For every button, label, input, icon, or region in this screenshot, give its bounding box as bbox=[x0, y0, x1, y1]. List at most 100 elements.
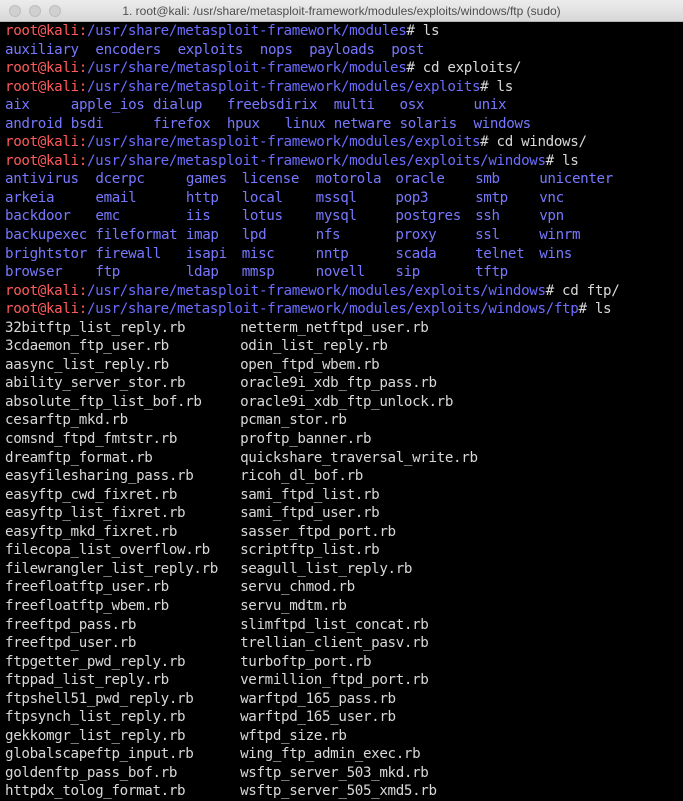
directory-entry[interactable] bbox=[539, 263, 621, 282]
file-entry: comsnd_ftpd_fmtstr.rb bbox=[5, 431, 178, 448]
directory-entry[interactable]: emc bbox=[95, 207, 185, 226]
file-entry: ricoh_dl_bof.rb bbox=[240, 468, 363, 485]
directory-entry[interactable]: irix bbox=[284, 96, 333, 115]
directory-entry[interactable]: scada bbox=[395, 245, 475, 264]
directory-entry[interactable]: brightstor bbox=[5, 245, 95, 264]
prompt-path: /usr/share/metasploit-framework/modules/… bbox=[86, 134, 481, 151]
directory-entry[interactable]: postgres bbox=[395, 207, 475, 226]
directory-entry[interactable]: email bbox=[95, 189, 185, 208]
directory-entry[interactable]: post bbox=[391, 41, 440, 60]
directory-entry[interactable]: solaris bbox=[400, 115, 474, 134]
directory-entry[interactable]: encoders bbox=[95, 41, 177, 60]
directory-entry[interactable]: ssh bbox=[475, 207, 539, 226]
directory-entry[interactable]: unix bbox=[473, 96, 539, 115]
listing-row: dreamftp_format.rb quickshare_traversal_w… bbox=[5, 449, 683, 468]
directory-entry[interactable]: games bbox=[186, 170, 242, 189]
directory-entry[interactable]: bsdi bbox=[71, 115, 153, 134]
directory-entry[interactable]: license bbox=[242, 170, 316, 189]
directory-entry[interactable]: nntp bbox=[316, 245, 396, 264]
directory-entry[interactable]: smtp bbox=[475, 189, 539, 208]
file-entry: wsftp_server_505_xmd5.rb bbox=[240, 783, 437, 800]
directory-entry[interactable]: backdoor bbox=[5, 207, 95, 226]
directory-entry[interactable]: nfs bbox=[316, 226, 396, 245]
directory-entry[interactable]: wins bbox=[539, 245, 621, 264]
file-entry: ftpshell51_pwd_reply.rb bbox=[5, 690, 194, 707]
directory-entry[interactable]: mssql bbox=[316, 189, 396, 208]
directory-entry[interactable]: dcerpc bbox=[95, 170, 185, 189]
directory-entry[interactable]: imap bbox=[186, 226, 242, 245]
directory-entry[interactable]: arkeia bbox=[5, 189, 95, 208]
prompt-user: root@kali bbox=[5, 23, 79, 39]
directory-entry[interactable]: novell bbox=[316, 263, 396, 282]
directory-entry[interactable]: telnet bbox=[475, 245, 539, 264]
directory-entry[interactable]: browser bbox=[5, 263, 95, 282]
directory-entry[interactable]: vnc bbox=[539, 189, 621, 208]
directory-entry[interactable]: oracle bbox=[395, 170, 475, 189]
directory-entry[interactable]: windows bbox=[473, 115, 539, 134]
prompt-colon: : bbox=[78, 60, 88, 77]
directory-entry[interactable]: isapi bbox=[186, 245, 242, 264]
directory-entry[interactable]: mmsp bbox=[242, 263, 316, 282]
listing-row: comsnd_ftpd_fmtstr.rb proftp_banner.rb bbox=[5, 430, 683, 449]
directory-entry[interactable]: freebsd bbox=[227, 96, 285, 115]
directory-entry[interactable]: lpd bbox=[242, 226, 316, 245]
directory-entry[interactable]: aix bbox=[5, 96, 71, 115]
file-entry: gekkomgr_list_reply.rb bbox=[5, 727, 186, 744]
directory-entry[interactable]: antivirus bbox=[5, 170, 95, 189]
file-entry: freefloatftp_user.rb bbox=[5, 579, 169, 596]
directory-entry[interactable]: firefox bbox=[153, 115, 227, 134]
directory-entry[interactable]: netware bbox=[334, 115, 400, 134]
directory-entry[interactable]: nops bbox=[260, 41, 309, 60]
terminal-output[interactable]: root@kali: /usr/share/metasploit-framewor… bbox=[5, 22, 683, 800]
directory-entry[interactable]: fileformat bbox=[95, 226, 185, 245]
file-entry: 3cdaemon_ftp_user.rb bbox=[5, 338, 169, 355]
directory-entry[interactable]: auxiliary bbox=[5, 41, 95, 60]
directory-entry[interactable]: motorola bbox=[316, 170, 396, 189]
directory-entry[interactable]: multi bbox=[334, 96, 400, 115]
directory-entry[interactable]: payloads bbox=[309, 41, 391, 60]
directory-entry[interactable]: proxy bbox=[395, 226, 475, 245]
directory-entry[interactable]: hpux bbox=[227, 115, 285, 134]
file-entry: netterm_netftpd_user.rb bbox=[240, 319, 429, 336]
prompt-user: root@kali bbox=[5, 301, 79, 318]
listing-row: absolute_ftp_list_bof.rb oracle9i_xdb_ftp… bbox=[5, 393, 683, 412]
listing-row: 32bitftp_list_reply.rb netterm_netftpd_us… bbox=[5, 319, 683, 338]
directory-entry[interactable]: unicenter bbox=[539, 170, 621, 189]
file-entry: servu_mdtm.rb bbox=[240, 597, 347, 614]
directory-entry[interactable]: lotus bbox=[242, 207, 316, 226]
directory-entry[interactable]: backupexec bbox=[5, 226, 95, 245]
directory-entry[interactable]: sip bbox=[395, 263, 475, 282]
directory-entry[interactable]: http bbox=[186, 189, 242, 208]
directory-entry[interactable]: ldap bbox=[186, 263, 242, 282]
listing-row: httpdx_tolog_format.rb wsftp_server_505_x… bbox=[5, 782, 683, 801]
listing-row: browser ftp ldap mmsp novell sip tftp bbox=[5, 263, 683, 282]
directory-entry[interactable]: osx bbox=[400, 96, 474, 115]
directory-entry[interactable]: firewall bbox=[95, 245, 185, 264]
directory-entry[interactable]: dialup bbox=[153, 96, 227, 115]
prompt-colon: : bbox=[78, 78, 88, 95]
directory-entry[interactable]: ftp bbox=[95, 263, 185, 282]
directory-entry[interactable]: local bbox=[242, 189, 316, 208]
directory-entry[interactable]: vpn bbox=[539, 207, 621, 226]
directory-entry[interactable]: exploits bbox=[178, 41, 260, 60]
directory-entry[interactable]: mysql bbox=[316, 207, 396, 226]
directory-entry[interactable]: android bbox=[5, 115, 71, 134]
listing-row: backdoor emc iis lotus mysql postgres ssh vpn bbox=[5, 207, 683, 226]
directory-entry[interactable]: linux bbox=[284, 115, 333, 134]
file-entry: 32bitftp_list_reply.rb bbox=[5, 319, 186, 336]
prompt-line: root@kali:/usr/share/metasploit-framewor… bbox=[5, 282, 683, 301]
file-entry: ability_server_stor.rb bbox=[5, 375, 186, 392]
prompt-line: root@kali:/usr/share/metasploit-framewor… bbox=[5, 300, 683, 319]
prompt-line: root@kali:/usr/share/metasploit-framewor… bbox=[5, 133, 683, 152]
directory-entry[interactable]: apple_ios bbox=[71, 96, 153, 115]
file-entry: seagull_list_reply.rb bbox=[240, 560, 413, 577]
directory-entry[interactable]: winrm bbox=[539, 226, 621, 245]
directory-entry[interactable]: tftp bbox=[475, 263, 539, 282]
directory-entry[interactable]: iis bbox=[186, 207, 242, 226]
directory-entry[interactable]: pop3 bbox=[395, 189, 475, 208]
file-entry: sami_ftpd_user.rb bbox=[240, 505, 380, 522]
directory-entry[interactable]: ssl bbox=[475, 226, 539, 245]
listing-row: ftpgetter_pwd_reply.rb turboftp_port.rb bbox=[5, 653, 683, 672]
directory-entry[interactable]: misc bbox=[242, 245, 316, 264]
directory-entry[interactable]: smb bbox=[475, 170, 539, 189]
